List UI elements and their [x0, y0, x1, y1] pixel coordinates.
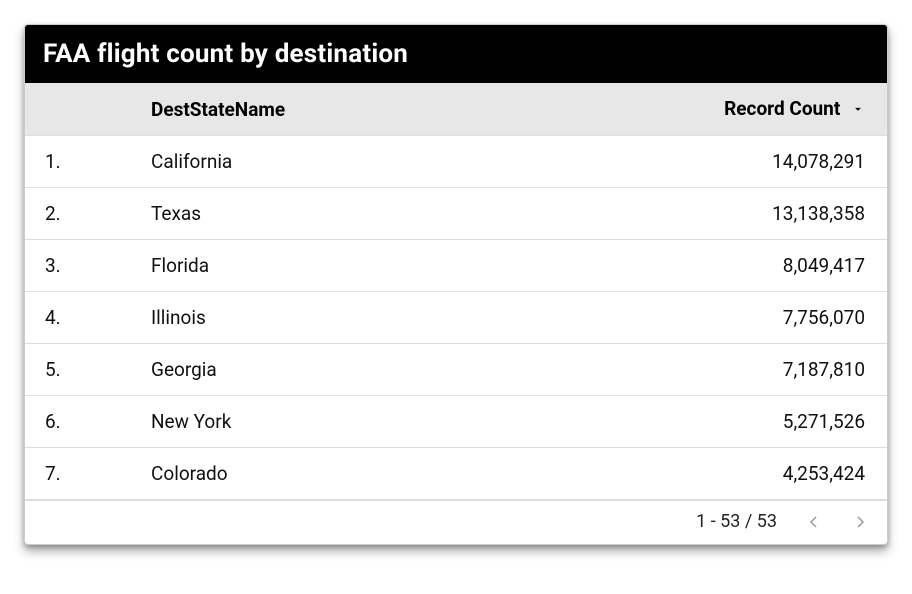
card-title: FAA flight count by destination [25, 25, 887, 83]
row-count: 13,138,358 [497, 188, 887, 240]
table-row: 7.Colorado4,253,424 [25, 448, 887, 500]
row-count: 7,187,810 [497, 344, 887, 396]
col-header-index [25, 83, 135, 136]
row-rank: 2. [25, 188, 135, 240]
row-state: New York [135, 396, 497, 448]
row-state: Florida [135, 240, 497, 292]
row-rank: 6. [25, 396, 135, 448]
prev-page-button[interactable] [805, 513, 823, 531]
sort-desc-icon [851, 98, 865, 121]
next-page-button[interactable] [851, 513, 869, 531]
col-header-count-label: Record Count [724, 97, 840, 120]
row-count: 8,049,417 [497, 240, 887, 292]
row-rank: 4. [25, 292, 135, 344]
row-count: 5,271,526 [497, 396, 887, 448]
row-state: Illinois [135, 292, 497, 344]
data-table: DestStateName Record Count 1.California1… [25, 83, 887, 500]
row-count: 4,253,424 [497, 448, 887, 500]
chart-card: FAA flight count by destination DestStat… [24, 24, 888, 545]
table-row: 6.New York5,271,526 [25, 396, 887, 448]
row-count: 14,078,291 [497, 136, 887, 188]
col-header-count[interactable]: Record Count [497, 83, 887, 136]
table-header-row: DestStateName Record Count [25, 83, 887, 136]
row-state: California [135, 136, 497, 188]
row-rank: 7. [25, 448, 135, 500]
row-rank: 5. [25, 344, 135, 396]
row-rank: 3. [25, 240, 135, 292]
table-row: 4.Illinois7,756,070 [25, 292, 887, 344]
row-rank: 1. [25, 136, 135, 188]
table-row: 2.Texas13,138,358 [25, 188, 887, 240]
table-row: 1.California14,078,291 [25, 136, 887, 188]
table-footer: 1 - 53 / 53 [25, 500, 887, 544]
row-state: Texas [135, 188, 497, 240]
table-row: 5.Georgia7,187,810 [25, 344, 887, 396]
table-body: 1.California14,078,2912.Texas13,138,3583… [25, 136, 887, 500]
row-state: Georgia [135, 344, 497, 396]
row-count: 7,756,070 [497, 292, 887, 344]
table-row: 3.Florida8,049,417 [25, 240, 887, 292]
pagination-range: 1 - 53 / 53 [696, 511, 777, 532]
row-state: Colorado [135, 448, 497, 500]
col-header-state[interactable]: DestStateName [135, 83, 497, 136]
